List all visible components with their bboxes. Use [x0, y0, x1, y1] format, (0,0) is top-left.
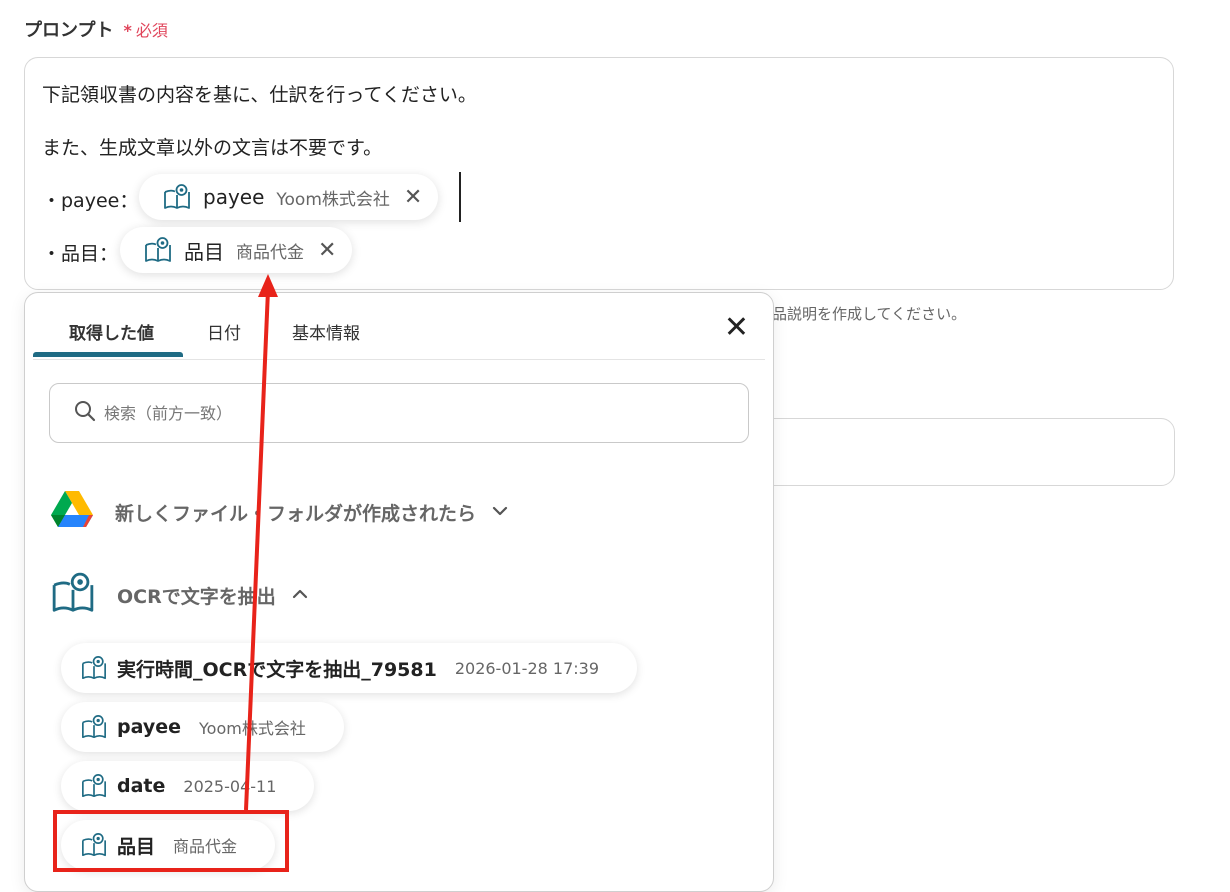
prompt-field-label: プロンプト * 必須: [24, 16, 168, 42]
popup-tabs: 取得した値 日付 基本情報: [33, 293, 765, 360]
required-badge: * 必須: [123, 21, 168, 40]
chevron-down-icon: [492, 504, 508, 520]
prompt-line-1: 下記領収書の内容を基に、仕訳を行ってください。: [42, 84, 477, 106]
close-icon[interactable]: ✕: [724, 313, 749, 343]
ocr-book-icon: [81, 655, 107, 681]
next-input-field[interactable]: [760, 418, 1175, 486]
tab-date[interactable]: 日付: [207, 319, 241, 344]
variable-chip-item[interactable]: 品目 商品代金 ✕: [120, 227, 353, 273]
search-icon: [74, 400, 96, 426]
chip-value: Yoom株式会社: [276, 189, 390, 210]
google-drive-icon: [51, 491, 93, 533]
list-item[interactable]: date 2025-04-11: [61, 761, 315, 811]
item-value: 2025-04-11: [183, 776, 277, 796]
tab-retrieved-values[interactable]: 取得した値: [69, 319, 154, 344]
remove-chip-icon[interactable]: ✕: [404, 185, 422, 210]
section-title: OCRで文字を抽出: [117, 585, 276, 608]
chip-name: 品目: [184, 239, 224, 264]
remove-chip-icon[interactable]: ✕: [318, 238, 336, 263]
search-field[interactable]: [49, 383, 749, 443]
tab-basic-info[interactable]: 基本情報: [292, 319, 360, 344]
prompt-label-text: プロンプト: [24, 20, 114, 41]
ocr-book-icon: [81, 773, 107, 799]
ocr-book-icon: [81, 832, 107, 858]
list-item[interactable]: 品目 商品代金: [61, 820, 276, 870]
active-tab-indicator: [33, 352, 183, 357]
ocr-book-icon: [144, 236, 172, 264]
chip-name: payee: [203, 185, 265, 209]
text-cursor: [459, 172, 461, 222]
prompt-line-payee-prefix: ・payee：: [42, 190, 139, 212]
variable-chip-payee[interactable]: payee Yoom株式会社 ✕: [139, 174, 439, 220]
item-name: 実行時間_OCRで文字を抽出_79581: [117, 658, 437, 681]
ocr-book-icon: [81, 714, 107, 740]
ocr-book-icon: [163, 183, 191, 211]
ocr-book-icon: [51, 571, 95, 619]
item-name: date: [117, 775, 166, 797]
item-value: 商品代金: [173, 837, 238, 856]
section-ocr-extract[interactable]: OCRで文字を抽出: [51, 571, 308, 619]
variable-picker-popup: 取得した値 日付 基本情報 ✕ 新しくファイル・フォルダが作成されたら: [24, 292, 774, 892]
prompt-line-2: また、生成文章以外の文言は不要です。: [42, 137, 383, 159]
helper-text: 品説明を作成してください。: [772, 305, 967, 323]
chevron-up-icon: [292, 587, 308, 603]
section-title: 新しくファイル・フォルダが作成されたら: [115, 502, 477, 525]
section-google-drive-trigger[interactable]: 新しくファイル・フォルダが作成されたら: [51, 491, 508, 533]
item-name: 品目: [117, 835, 156, 858]
chip-value: 商品代金: [236, 242, 304, 263]
list-item[interactable]: payee Yoom株式会社: [61, 702, 344, 752]
search-input[interactable]: [102, 402, 666, 424]
item-name: payee: [117, 716, 181, 738]
prompt-line-item-prefix: ・品目：: [42, 243, 119, 265]
item-value: Yoom株式会社: [199, 719, 306, 738]
item-value: 2026-01-28 17:39: [454, 658, 600, 678]
list-item[interactable]: 実行時間_OCRで文字を抽出_79581 2026-01-28 17:39: [61, 643, 638, 693]
